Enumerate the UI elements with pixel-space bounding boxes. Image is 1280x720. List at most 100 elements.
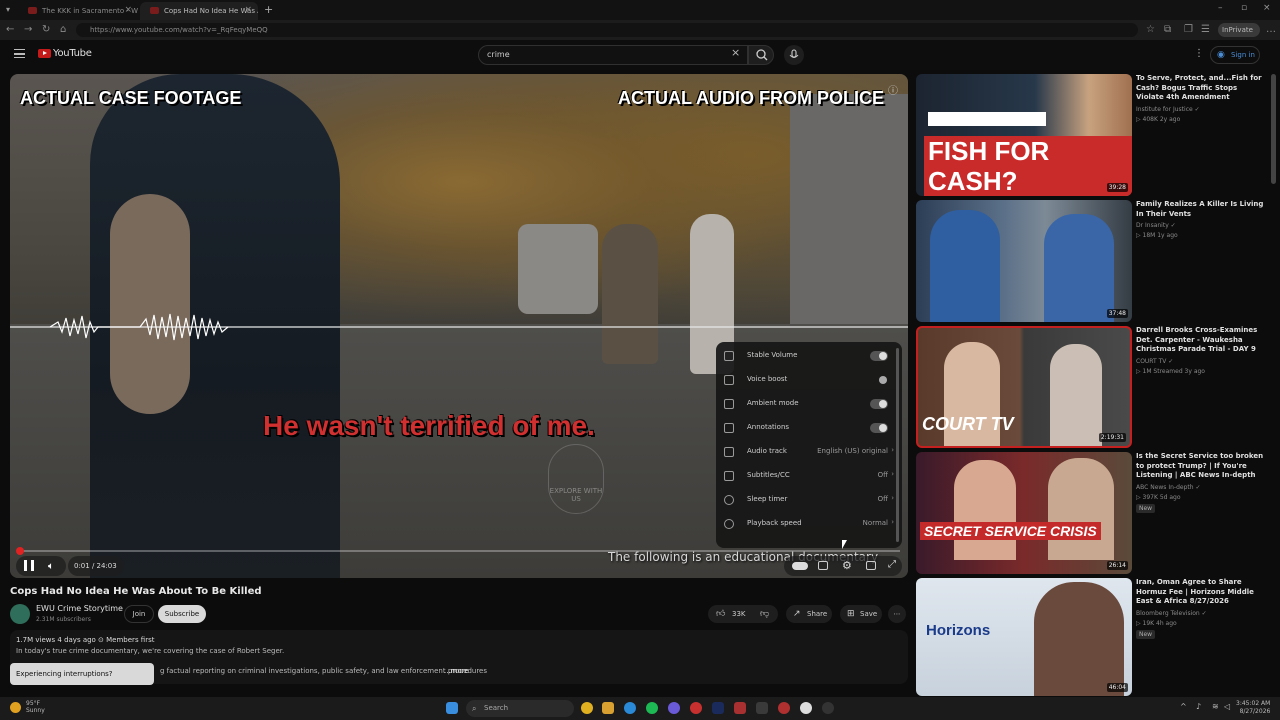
like-count[interactable]: 33K [732,605,746,623]
weather-sun-icon[interactable] [10,702,21,713]
new-tab-icon[interactable]: + [264,3,273,16]
recommendation-item[interactable]: 37:48 Family Realizes A Killer Is Living… [916,200,1266,322]
autoplay-toggle[interactable] [792,562,808,570]
dislike-icon[interactable]: 👎︎ [760,605,769,623]
channel-name[interactable]: EWU Crime Storytime [36,604,123,613]
channel-avatar[interactable] [10,604,30,624]
collections-icon[interactable]: ❐ [1184,24,1193,35]
search-input[interactable]: crime [478,45,748,65]
interruptions-toast[interactable]: Experiencing interruptions? [10,663,154,685]
clear-search-icon[interactable]: × [731,46,740,59]
annotations-icon [724,423,734,433]
recommendation-thumbnail[interactable]: Horizons 46:04 [916,578,1132,696]
recommendation-item[interactable]: SECRET SERVICE CRISIS 26:14 Is the Secre… [916,452,1266,574]
menu-scrollbar[interactable] [896,348,899,542]
menu-item-ambient-mode[interactable]: Ambient mode [716,392,902,416]
taskbar-search[interactable]: ⌕ Search [466,700,574,717]
favorite-star-icon[interactable]: ☆ [1146,24,1155,35]
recommendation-item[interactable]: FISH FOR CASH? 39:28 To Serve, Protect, … [916,74,1266,196]
channel-watermark: EXPLORE WITH US [548,444,604,514]
youtube-masthead: YouTube crime × ⋮ ◉ Sign in [0,40,1280,70]
menu-item-subtitles[interactable]: Subtitles/CC Off › [716,464,902,488]
app-icon[interactable] [800,702,812,714]
menu-item-annotations[interactable]: Annotations [716,416,902,440]
photoshop-icon[interactable] [712,702,724,714]
url-input[interactable]: https://www.youtube.com/watch?v=_RqFeqyM… [76,23,1138,37]
taskbar-clock[interactable]: 3:45:02 AM 8/27/2026 [1236,700,1270,716]
minimize-icon[interactable]: – [1218,3,1223,13]
browser-menu-icon[interactable]: … [1266,24,1276,35]
recommendation-item[interactable]: COURT TV 2:19:31 Darrell Brooks Cross-Ex… [916,326,1266,448]
volume-tray-icon[interactable]: ◁ [1224,702,1230,711]
ambient-mode-toggle[interactable] [870,399,888,409]
hamburger-menu-icon[interactable] [14,49,25,58]
back-icon[interactable]: ← [6,24,14,35]
stable-volume-toggle[interactable] [870,351,888,361]
subtitles-cc-icon[interactable] [818,561,828,570]
inprivate-badge[interactable]: InPrivate [1218,23,1260,37]
volume-icon[interactable]: 🔈︎ [48,561,54,572]
tray-overflow-icon[interactable]: ^ [1180,702,1187,711]
video-player[interactable]: ACTUAL CASE FOOTAGE ACTUAL AUDIO FROM PO… [10,74,908,578]
share-button[interactable]: ↗ Share [786,605,832,623]
settings-gear-icon[interactable]: ⚙ [842,559,852,572]
miniplayer-icon[interactable] [866,561,876,570]
app-icon[interactable] [690,702,702,714]
save-button[interactable]: ⊞ Save [840,605,882,623]
join-button[interactable]: Join [124,605,154,623]
close-tab-icon[interactable]: × [244,5,252,15]
menu-item-audio-track[interactable]: Audio track English (US) original › [716,440,902,464]
terminal-icon[interactable] [756,702,768,714]
menu-item-stable-volume[interactable]: Stable Volume [716,344,902,368]
more-options-icon[interactable]: ⋮ [1194,48,1204,59]
app-icon[interactable] [822,702,834,714]
more-link[interactable]: ...more [444,667,469,675]
weather-widget[interactable]: 95°F Sunny [26,700,45,714]
voice-search-button[interactable] [784,45,804,65]
chrome-icon[interactable] [581,702,593,714]
close-window-icon[interactable]: × [1263,3,1271,13]
menu-item-playback-speed[interactable]: Playback speed Normal › [716,512,902,536]
forward-icon[interactable]: → [24,24,32,35]
search-button[interactable] [748,45,774,65]
close-tab-icon[interactable]: × [124,5,132,15]
home-icon[interactable]: ⌂ [60,24,66,35]
youtube-logo-icon[interactable] [38,49,51,58]
like-icon[interactable]: 👍︎ [716,605,725,623]
scrubber-handle[interactable] [16,547,24,555]
recommendation-thumbnail[interactable]: SECRET SERVICE CRISIS 26:14 [916,452,1132,574]
progress-bar[interactable] [16,547,900,555]
voice-boost-toggle[interactable] [878,375,888,385]
recommendation-thumbnail[interactable]: FISH FOR CASH? 39:28 [916,74,1132,196]
subscribe-button[interactable]: Subscribe [158,605,206,623]
youtube-logo-text[interactable]: YouTube [53,48,92,59]
tab-actions-icon[interactable]: ▾ [6,5,10,14]
more-actions-icon[interactable]: ⋯ [888,605,906,623]
edge-icon[interactable] [624,702,636,714]
page-scrollbar[interactable] [1271,74,1276,184]
menu-item-sleep-timer[interactable]: Sleep timer Off › [716,488,902,512]
tab-kkk-sacramento[interactable]: The KKK in Sacramento - What W... × [18,2,138,20]
annotations-toggle[interactable] [870,423,888,433]
extensions-icon[interactable]: ⧉ [1164,24,1171,35]
spotify-icon[interactable] [646,702,658,714]
app-icon[interactable] [778,702,790,714]
file-explorer-icon[interactable] [602,702,614,714]
microphone-tray-icon[interactable]: ♪ [1196,702,1201,711]
wifi-icon[interactable]: ≋ [1212,702,1219,711]
favorites-bar-icon[interactable]: ☰ [1201,24,1210,35]
sign-in-button[interactable]: ◉ Sign in [1210,46,1260,64]
pause-icon[interactable] [24,560,34,571]
recommendation-thumbnail[interactable]: COURT TV 2:19:31 [916,326,1132,448]
fullscreen-icon[interactable]: ⤢ [888,559,896,570]
refresh-icon[interactable]: ↻ [42,24,50,35]
start-windows-icon[interactable] [446,702,458,714]
maximize-icon[interactable]: ▫ [1241,3,1247,13]
app-icon[interactable] [734,702,746,714]
info-icon[interactable]: ⓘ [888,82,898,97]
tab-cops-video[interactable]: Cops Had No Idea He Was Ab... × [140,2,258,20]
menu-item-voice-boost[interactable]: Voice boost [716,368,902,392]
recommendation-thumbnail[interactable]: 37:48 [916,200,1132,322]
discord-icon[interactable] [668,702,680,714]
recommendation-item[interactable]: Horizons 46:04 Iran, Oman Agree to Share… [916,578,1266,696]
